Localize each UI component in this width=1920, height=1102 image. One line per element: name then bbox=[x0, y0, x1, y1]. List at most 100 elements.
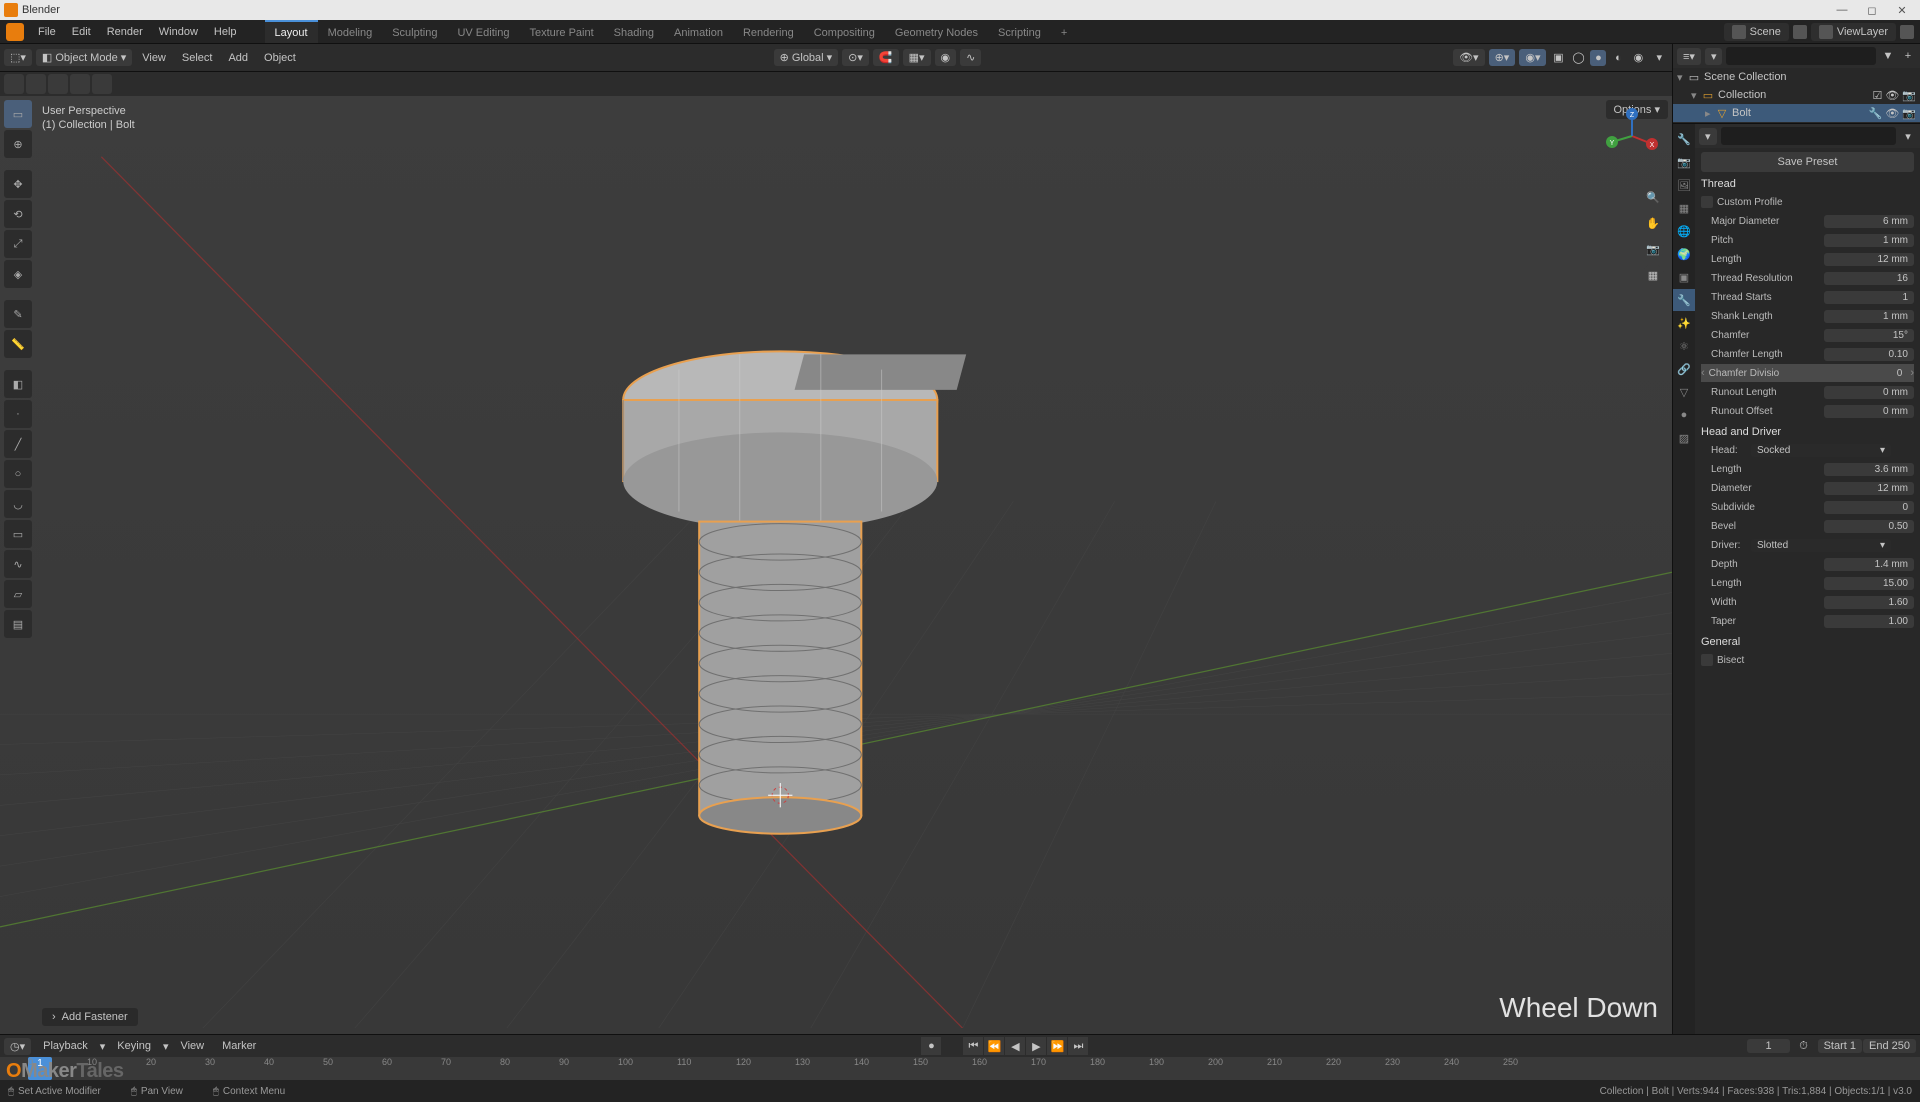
tool-add-cube[interactable]: ◧ bbox=[4, 370, 32, 398]
prop-tab-world[interactable]: 🌍 bbox=[1673, 243, 1695, 265]
vp-menu-select[interactable]: Select bbox=[176, 50, 219, 66]
pitch-input[interactable]: 1 mm bbox=[1824, 234, 1914, 247]
prop-tab-output[interactable]: 🖼 bbox=[1673, 174, 1695, 196]
properties-pin-icon[interactable]: ▾ bbox=[1900, 128, 1916, 144]
overlay-toggle[interactable]: ◉▾ bbox=[1519, 49, 1546, 66]
play-reverse-button[interactable]: ◀ bbox=[1005, 1037, 1025, 1055]
tool-cad-hatch[interactable]: ▤ bbox=[4, 610, 32, 638]
shading-matprev[interactable]: ◐ bbox=[1610, 50, 1626, 66]
visibility-toggle[interactable]: 👁▾ bbox=[1453, 49, 1485, 66]
runout-offset-input[interactable]: 0 mm bbox=[1824, 405, 1914, 418]
tool-settings-5[interactable] bbox=[92, 74, 112, 94]
driver-taper-input[interactable]: 1.00 bbox=[1824, 615, 1914, 628]
tool-cursor[interactable]: ⊕ bbox=[4, 130, 32, 158]
tool-cad-arc[interactable]: ◡ bbox=[4, 490, 32, 518]
head-subdivide-input[interactable]: 0 bbox=[1824, 501, 1914, 514]
autokey-toggle[interactable]: ● bbox=[921, 1037, 941, 1055]
orientation-selector[interactable]: ⊕ Global ▾ bbox=[774, 49, 839, 66]
head-diameter-input[interactable]: 12 mm bbox=[1824, 482, 1914, 495]
tool-settings-4[interactable] bbox=[70, 74, 90, 94]
outliner-scene-collection[interactable]: ▾ ▭ Scene Collection bbox=[1673, 68, 1920, 86]
camera-icon[interactable]: 📷 bbox=[1902, 107, 1916, 120]
chevron-left-icon[interactable]: ‹ bbox=[1701, 367, 1705, 379]
shading-solid[interactable]: ● bbox=[1590, 50, 1606, 66]
driver-depth-input[interactable]: 1.4 mm bbox=[1824, 558, 1914, 571]
disclosure-icon[interactable]: ▾ bbox=[1691, 89, 1701, 102]
chevron-right-icon[interactable]: › bbox=[1910, 367, 1914, 379]
tool-cad-rect[interactable]: ▭ bbox=[4, 520, 32, 548]
pivot-selector[interactable]: ⊙▾ bbox=[842, 49, 869, 66]
preview-range-icon[interactable]: ⏱ bbox=[1796, 1038, 1812, 1054]
tool-scale[interactable]: ⤢ bbox=[4, 230, 32, 258]
camera-view-icon[interactable]: 📷 bbox=[1642, 238, 1664, 260]
tool-cad-point[interactable]: · bbox=[4, 400, 32, 428]
chamfer-input[interactable]: 15° bbox=[1824, 329, 1914, 342]
exclude-icon[interactable]: ☑ bbox=[1872, 89, 1882, 102]
outliner-search[interactable] bbox=[1726, 47, 1876, 65]
menu-window[interactable]: Window bbox=[151, 20, 206, 43]
prop-tab-modifier[interactable]: 🔧 bbox=[1673, 289, 1695, 311]
tool-select-box[interactable]: ▭ bbox=[4, 100, 32, 128]
outliner-new-collection[interactable]: + bbox=[1900, 48, 1916, 64]
tl-menu-playback[interactable]: Playback bbox=[37, 1038, 94, 1054]
viewlayer-browse-icon[interactable] bbox=[1900, 25, 1914, 39]
custom-profile-checkbox[interactable] bbox=[1701, 196, 1713, 208]
viewlayer-selector[interactable]: ViewLayer bbox=[1811, 23, 1896, 41]
disclosure-icon[interactable]: ▸ bbox=[1705, 107, 1715, 120]
ws-tab-modeling[interactable]: Modeling bbox=[318, 20, 383, 43]
shading-wire[interactable]: ◯ bbox=[1570, 50, 1586, 66]
ws-tab-animation[interactable]: Animation bbox=[664, 20, 733, 43]
prop-tab-texture[interactable]: ▨ bbox=[1673, 427, 1695, 449]
tool-cad-line[interactable]: ╱ bbox=[4, 430, 32, 458]
tool-cad-face[interactable]: ▱ bbox=[4, 580, 32, 608]
scene-browse-icon[interactable] bbox=[1793, 25, 1807, 39]
driver-width-input[interactable]: 1.60 bbox=[1824, 596, 1914, 609]
vp-menu-object[interactable]: Object bbox=[258, 50, 302, 66]
snap-toggle[interactable]: 🧲 bbox=[873, 49, 899, 66]
end-frame-input[interactable]: End 250 bbox=[1863, 1039, 1916, 1053]
tool-settings-2[interactable] bbox=[26, 74, 46, 94]
ws-tab-add[interactable]: + bbox=[1051, 20, 1077, 43]
ws-tab-geonodes[interactable]: Geometry Nodes bbox=[885, 20, 988, 43]
outliner-display-mode[interactable]: ▾ bbox=[1705, 48, 1723, 65]
snap-element[interactable]: ▦▾ bbox=[903, 49, 931, 66]
tool-cad-circle[interactable]: ○ bbox=[4, 460, 32, 488]
last-operator[interactable]: › Add Fastener bbox=[42, 1008, 138, 1026]
menu-edit[interactable]: Edit bbox=[64, 20, 99, 43]
menu-render[interactable]: Render bbox=[99, 20, 151, 43]
proportional-edit[interactable]: ◉ bbox=[935, 49, 957, 66]
nav-gizmo[interactable]: Z X Y bbox=[1602, 106, 1662, 166]
prop-tab-constraints[interactable]: 🔗 bbox=[1673, 358, 1695, 380]
prop-tab-physics[interactable]: ⚛ bbox=[1673, 335, 1695, 357]
perspective-toggle-icon[interactable]: ▦ bbox=[1642, 264, 1664, 286]
prop-tab-object[interactable]: ▣ bbox=[1673, 266, 1695, 288]
blender-icon[interactable] bbox=[6, 23, 24, 41]
shank-length-input[interactable]: 1 mm bbox=[1824, 310, 1914, 323]
close-button[interactable]: ✕ bbox=[1888, 2, 1916, 18]
play-button[interactable]: ▶ bbox=[1026, 1037, 1046, 1055]
camera-icon[interactable]: 📷 bbox=[1902, 89, 1916, 102]
prop-tab-tool[interactable]: 🔧 bbox=[1673, 128, 1695, 150]
outliner-item-bolt[interactable]: ▸ ▽ Bolt 🔧 👁📷 bbox=[1673, 104, 1920, 122]
length-input[interactable]: 12 mm bbox=[1824, 253, 1914, 266]
shading-options[interactable]: ▾ bbox=[1650, 49, 1668, 66]
head-bevel-input[interactable]: 0.50 bbox=[1824, 520, 1914, 533]
tool-move[interactable]: ✥ bbox=[4, 170, 32, 198]
prop-tab-material[interactable]: ● bbox=[1673, 404, 1695, 426]
tool-settings-3[interactable] bbox=[48, 74, 68, 94]
minimize-button[interactable]: — bbox=[1828, 2, 1856, 18]
properties-search[interactable] bbox=[1721, 127, 1896, 145]
tl-menu-view[interactable]: View bbox=[174, 1038, 210, 1054]
tool-settings-1[interactable] bbox=[4, 74, 24, 94]
vp-menu-add[interactable]: Add bbox=[222, 50, 254, 66]
prop-tab-mesh[interactable]: ▽ bbox=[1673, 381, 1695, 403]
proportional-falloff[interactable]: ∿ bbox=[960, 49, 981, 66]
head-length-input[interactable]: 3.6 mm bbox=[1824, 463, 1914, 476]
keyframe-prev-button[interactable]: ⏪ bbox=[984, 1037, 1004, 1055]
driver-type-dropdown[interactable]: Slotted▾ bbox=[1751, 539, 1891, 552]
tool-rotate[interactable]: ⟲ bbox=[4, 200, 32, 228]
scene-selector[interactable]: Scene bbox=[1724, 23, 1789, 41]
eye-icon[interactable]: 👁 bbox=[1885, 107, 1899, 120]
pan-icon[interactable]: ✋ bbox=[1642, 212, 1664, 234]
chamfer-divisions-input[interactable]: 0 bbox=[1818, 367, 1908, 380]
